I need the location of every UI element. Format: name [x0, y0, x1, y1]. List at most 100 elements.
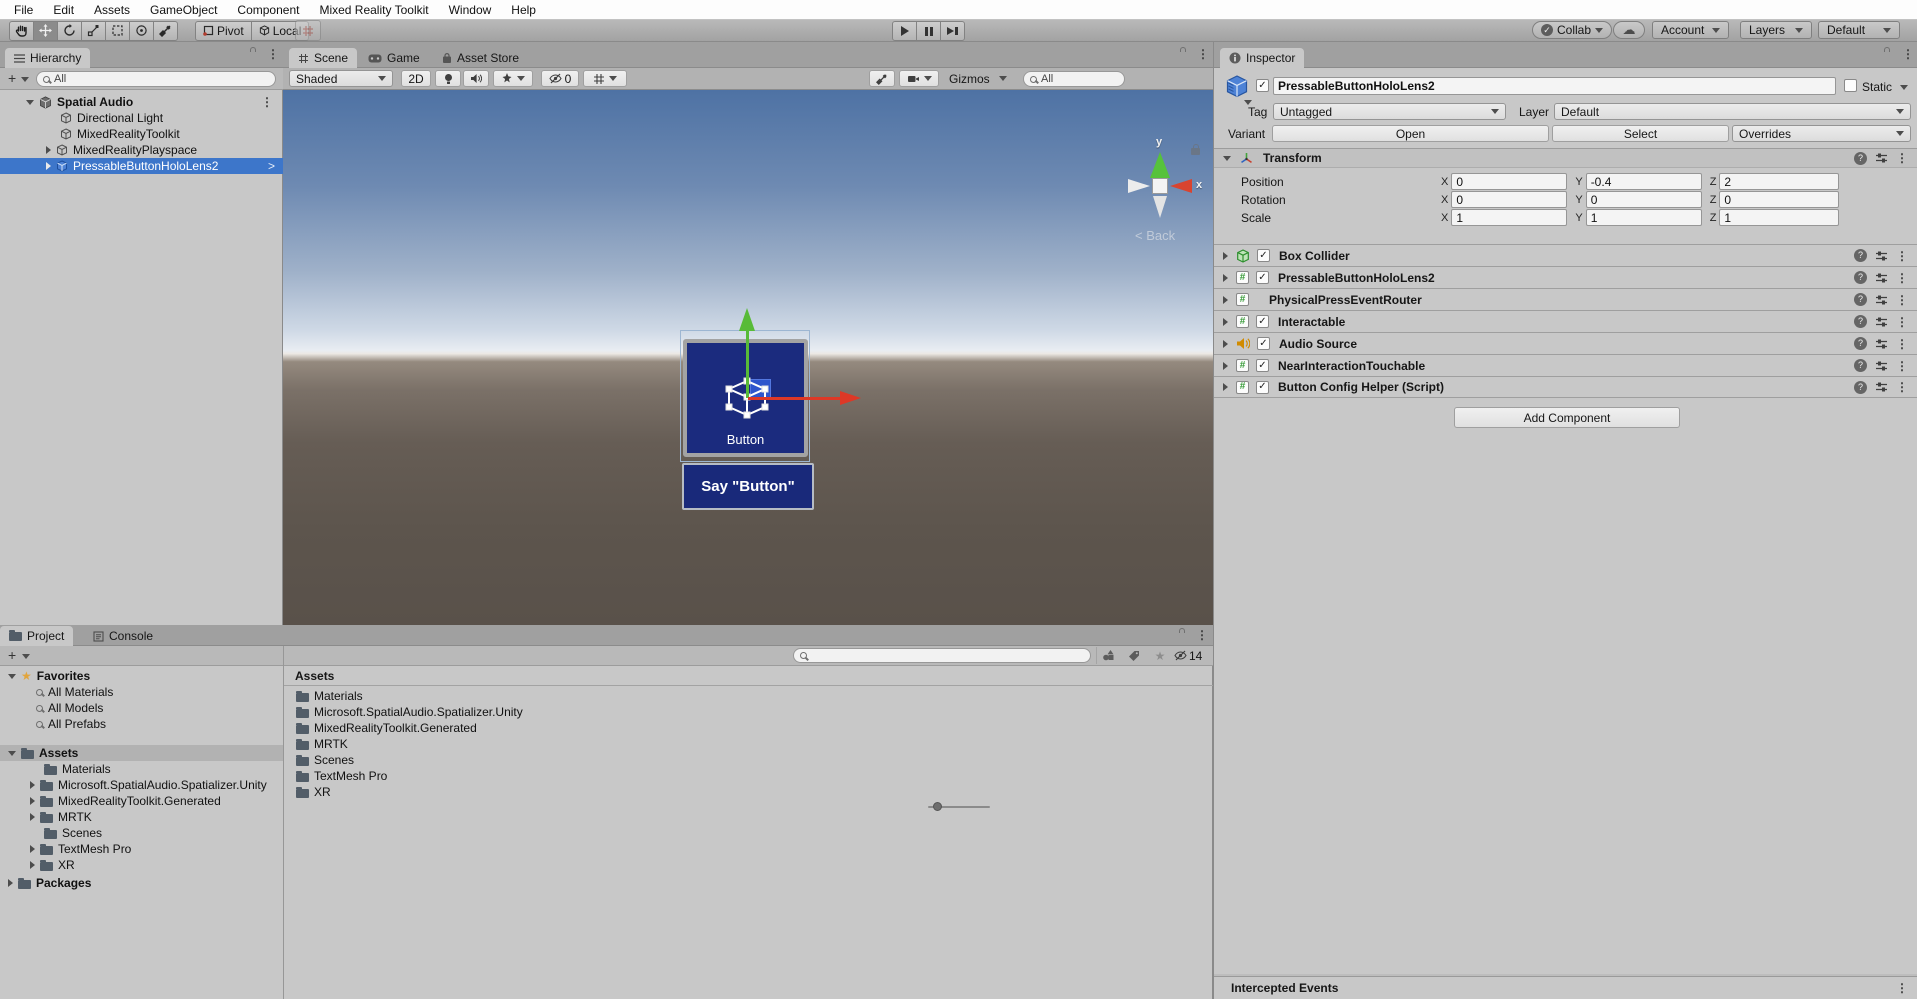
collab-dropdown[interactable]: ✓ Collab [1532, 21, 1612, 39]
help-icon[interactable]: ? [1854, 152, 1867, 165]
gizmo-lock-icon[interactable] [1191, 148, 1200, 155]
help-icon[interactable]: ? [1854, 315, 1867, 328]
component-interactable[interactable]: # ✓ Interactable ? ⋮ [1214, 310, 1917, 332]
favorite-item[interactable]: All Models [0, 700, 283, 716]
expand-caret-icon[interactable] [1223, 318, 1228, 326]
component-menu-icon[interactable]: ⋮ [1896, 294, 1908, 306]
expand-caret-icon[interactable] [30, 861, 35, 869]
prefab-select-button[interactable]: Select [1552, 125, 1729, 142]
save-search-button[interactable]: ★ [1148, 647, 1172, 664]
position-x-field[interactable] [1451, 173, 1567, 190]
x-axis-arrow-stem[interactable] [748, 397, 840, 400]
tab-asset-store[interactable]: Asset Store [433, 48, 528, 68]
section-menu-icon[interactable]: ⋮ [1896, 982, 1908, 994]
expand-caret-icon[interactable] [30, 781, 35, 789]
scene-visibility-toggle[interactable]: 0 [541, 70, 579, 87]
move-tool-icon[interactable] [33, 21, 58, 41]
expand-caret-icon[interactable] [46, 162, 51, 170]
expand-caret-icon[interactable] [1223, 383, 1228, 391]
layer-dropdown[interactable]: Default [1554, 103, 1911, 120]
expand-caret-icon[interactable] [30, 797, 35, 805]
hierarchy-search-input[interactable] [54, 73, 269, 85]
scene-viewport[interactable]: y x < Back Button [283, 90, 1213, 625]
project-visibility-toggle[interactable]: 14 [1174, 647, 1202, 664]
position-z-field[interactable] [1719, 173, 1839, 190]
component-button-config-helper[interactable]: # ✓ Button Config Helper (Script) ? ⋮ [1214, 376, 1917, 398]
axis-down-cone-icon[interactable] [1153, 196, 1167, 218]
tab-scene[interactable]: Scene [289, 48, 357, 68]
gizmos-dropdown[interactable]: Gizmos [943, 70, 1013, 87]
scene-search-input[interactable] [1041, 73, 1118, 85]
hierarchy-row[interactable]: Directional Light [0, 110, 283, 126]
scene-search[interactable] [1023, 71, 1125, 87]
rotate-tool-icon[interactable] [57, 21, 82, 41]
scene-grid-dropdown[interactable] [583, 70, 627, 87]
expand-caret-icon[interactable] [30, 845, 35, 853]
scene-effects-dropdown[interactable] [493, 70, 533, 87]
help-icon[interactable]: ? [1854, 381, 1867, 394]
scene-lighting-toggle[interactable] [435, 70, 461, 87]
axis-left-cone-icon[interactable] [1128, 179, 1150, 193]
menu-gameobject[interactable]: GameObject [140, 0, 227, 20]
component-box-collider[interactable]: ✓ Box Collider ? ⋮ [1214, 244, 1917, 266]
grid-snap-toggle[interactable] [295, 20, 321, 41]
icon-size-slider-handle[interactable] [933, 802, 942, 811]
rotation-z-field[interactable] [1719, 191, 1839, 208]
expand-caret-icon[interactable] [1223, 340, 1228, 348]
hierarchy-create-button[interactable]: + [8, 70, 16, 86]
scale-tool-icon[interactable] [81, 21, 106, 41]
assets-root-row[interactable]: Assets [0, 745, 283, 761]
component-enabled-checkbox[interactable]: ✓ [1256, 315, 1269, 328]
tab-game[interactable]: Game [359, 48, 429, 68]
favorite-item[interactable]: All Prefabs [0, 716, 283, 732]
axis-x-cone-icon[interactable] [1170, 179, 1192, 193]
presets-icon[interactable] [1875, 381, 1888, 393]
y-axis-arrow-head-icon[interactable] [739, 308, 755, 331]
component-audio-source[interactable]: ✓ Audio Source ? ⋮ [1214, 332, 1917, 354]
2d-toggle[interactable]: 2D [401, 70, 431, 87]
rotation-y-field[interactable] [1586, 191, 1702, 208]
component-pressable-button[interactable]: # ✓ PressableButtonHoloLens2 ? ⋮ [1214, 266, 1917, 288]
static-caret-icon[interactable] [1900, 85, 1908, 90]
tab-project[interactable]: Project [0, 626, 73, 646]
rect-tool-icon[interactable] [105, 21, 130, 41]
tag-dropdown[interactable]: Untagged [1273, 103, 1506, 120]
layout-dropdown[interactable]: Default [1818, 21, 1900, 39]
transform-header[interactable]: Transform ? ⋮ [1214, 148, 1917, 168]
component-menu-icon[interactable]: ⋮ [1896, 338, 1908, 350]
project-tree-folder[interactable]: MixedRealityToolkit.Generated [0, 793, 283, 809]
asset-folder-item[interactable]: Materials [284, 688, 684, 704]
prefab-open-button[interactable]: Open [1272, 125, 1549, 142]
expand-caret-icon[interactable] [1223, 362, 1228, 370]
axis-y-cone-icon[interactable] [1150, 152, 1170, 178]
hierarchy-row[interactable]: MixedRealityPlayspace [0, 142, 283, 158]
tab-console[interactable]: Console [84, 626, 162, 646]
component-menu-icon[interactable]: ⋮ [1896, 316, 1908, 328]
expand-caret-icon[interactable] [8, 674, 16, 679]
custom-tool-icon[interactable] [153, 21, 178, 41]
help-icon[interactable]: ? [1854, 359, 1867, 372]
asset-folder-item[interactable]: Microsoft.SpatialAudio.Spatializer.Unity [284, 704, 684, 720]
project-tree-folder[interactable]: TextMesh Pro [0, 841, 283, 857]
expand-caret-icon[interactable] [1223, 274, 1228, 282]
scene-menu-icon[interactable]: ⋮ [1197, 48, 1209, 60]
menu-help[interactable]: Help [501, 0, 546, 20]
hierarchy-create-caret-icon[interactable] [21, 77, 29, 82]
component-menu-icon[interactable]: ⋮ [1896, 272, 1908, 284]
component-physical-press-event-router[interactable]: # PhysicalPressEventRouter ? ⋮ [1214, 288, 1917, 310]
asset-folder-item[interactable]: MRTK [284, 736, 684, 752]
prefab-overrides-dropdown[interactable]: Overrides [1732, 125, 1911, 142]
hand-tool-icon[interactable] [9, 21, 34, 41]
packages-root-row[interactable]: Packages [0, 875, 283, 891]
search-by-type-button[interactable] [1096, 647, 1120, 664]
scene-audio-toggle[interactable] [463, 70, 489, 87]
project-search[interactable] [793, 648, 1091, 663]
menu-edit[interactable]: Edit [43, 0, 84, 20]
axis-center-cube[interactable] [1152, 178, 1168, 194]
component-menu-icon[interactable]: ⋮ [1896, 250, 1908, 262]
project-search-input[interactable] [811, 650, 1084, 662]
asset-folder-item[interactable]: XR [284, 784, 684, 800]
active-checkbox[interactable]: ✓ [1256, 79, 1269, 92]
expand-caret-icon[interactable] [8, 879, 13, 887]
menu-assets[interactable]: Assets [84, 0, 140, 20]
